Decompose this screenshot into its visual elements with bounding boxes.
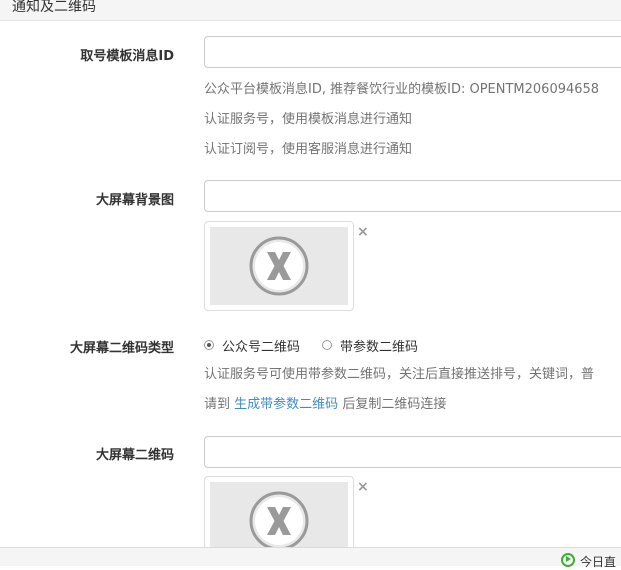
footer-label[interactable]: 今日直 xyxy=(580,553,616,570)
bg-image-label: 大屏幕背景图 xyxy=(95,193,174,208)
qr-type-label: 大屏幕二维码类型 xyxy=(69,341,174,356)
bg-image-url-input[interactable] xyxy=(204,180,621,212)
no-image-x-icon xyxy=(249,491,309,551)
generate-param-qr-link[interactable]: 生成带参数二维码 xyxy=(234,397,338,412)
qr-image-label: 大屏幕二维码 xyxy=(95,448,174,463)
template-id-label: 取号模板消息ID xyxy=(80,49,174,64)
footer-bar: 今日直 xyxy=(0,547,621,569)
qr-type-help-1: 认证服务号可使用带参数二维码，关注后直接推送排号，关键词，普 xyxy=(204,367,595,382)
section-title: 通知及二维码 xyxy=(12,0,96,15)
radio-checked[interactable] xyxy=(204,340,214,350)
bg-image-preview xyxy=(204,221,354,311)
template-id-help-1: 公众平台模板消息ID, 推荐餐饮行业的模板ID: OPENTM206094658 xyxy=(204,82,600,97)
template-id-help-2: 认证服务号，使用模板消息进行通知 xyxy=(204,112,413,127)
qr-type-option-official[interactable]: 公众号二维码 xyxy=(204,337,301,355)
section-heading: 通知及二维码 xyxy=(0,0,621,21)
qr-type-option-official-label: 公众号二维码 xyxy=(222,339,301,355)
qr-image-url-input[interactable] xyxy=(204,436,621,468)
qr-type-help-2: 请到 生成带参数二维码 后复制二维码连接 xyxy=(204,393,446,412)
qr-image-remove-button[interactable]: × xyxy=(357,480,369,494)
qr-type-help-2-suffix: 后复制二维码连接 xyxy=(342,397,447,412)
template-id-help-3: 认证订阅号，使用客服消息进行通知 xyxy=(204,142,413,157)
qr-type-option-param-label: 带参数二维码 xyxy=(340,339,419,355)
qr-type-help-2-prefix: 请到 xyxy=(204,397,231,412)
template-id-input[interactable] xyxy=(204,36,621,68)
no-image-x-icon xyxy=(249,236,309,296)
qr-type-option-param[interactable]: 带参数二维码 xyxy=(322,337,419,355)
radio-unchecked[interactable] xyxy=(322,340,332,350)
bg-image-remove-button[interactable]: × xyxy=(357,225,369,239)
